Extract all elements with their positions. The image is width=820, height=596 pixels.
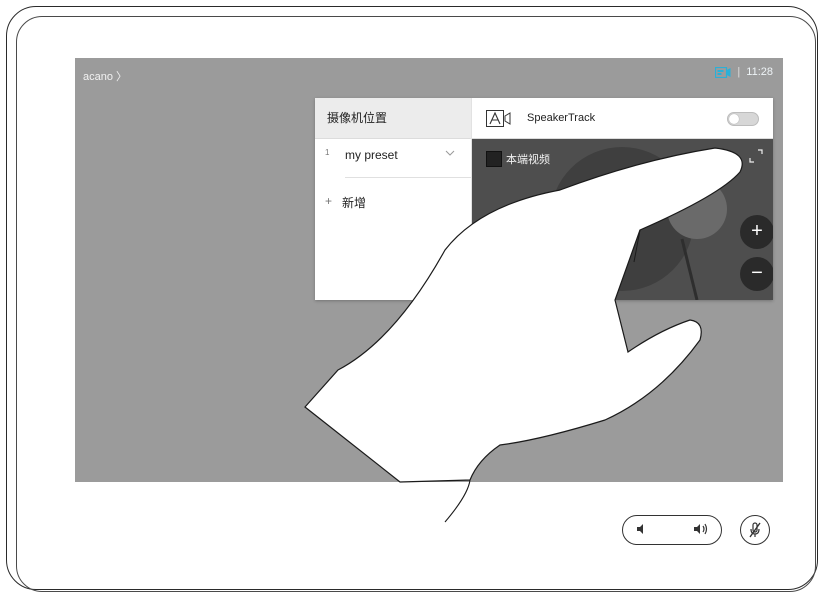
hand-gesture-illustration	[304, 147, 743, 523]
